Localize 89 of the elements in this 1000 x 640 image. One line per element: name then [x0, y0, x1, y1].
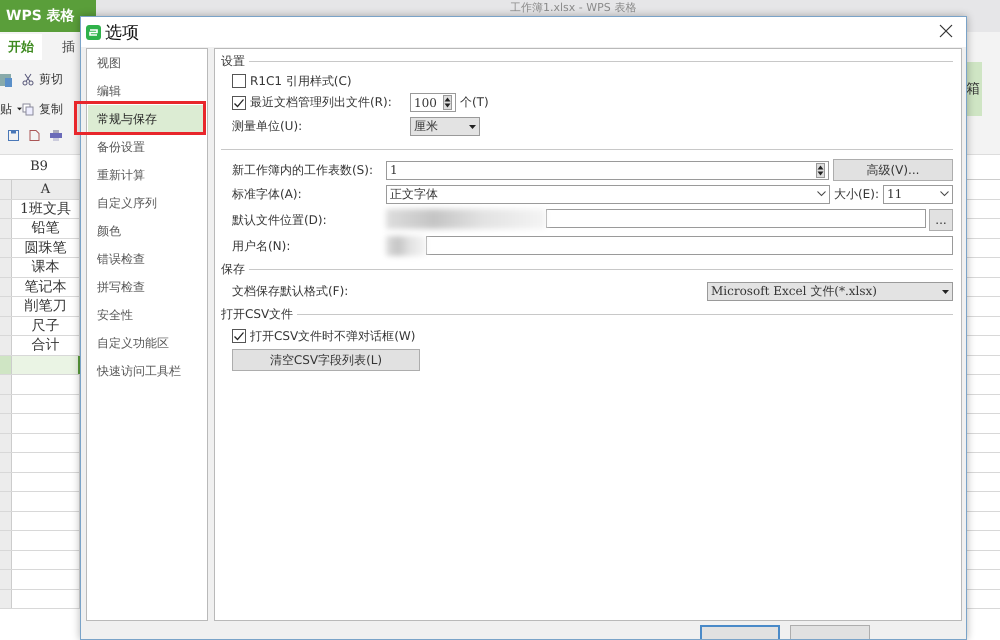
ribbon-tab[interactable]: 开始 [0, 34, 42, 60]
checkbox-label: 最近文档管理列出文件(R): [250, 94, 393, 111]
category-item[interactable]: 快速访问工具栏 [88, 361, 206, 381]
row-header[interactable] [0, 336, 12, 354]
row-header[interactable] [0, 219, 12, 238]
row-header[interactable] [0, 531, 12, 550]
cancel-button[interactable] [790, 625, 870, 639]
input-field[interactable] [546, 209, 926, 228]
scissors-icon [22, 72, 34, 86]
browse-button[interactable]: ... [929, 209, 953, 231]
row-header[interactable] [0, 375, 12, 394]
row-header[interactable] [0, 356, 12, 374]
clipboard-icon[interactable] [0, 71, 12, 87]
select-all-corner[interactable] [0, 180, 12, 198]
spinner-arrows-icon[interactable] [816, 162, 825, 178]
printer-icon[interactable] [50, 130, 62, 141]
dialog-title: 选项 [105, 22, 139, 44]
category-item[interactable]: 拼写检查 [88, 277, 206, 297]
chevron-down-icon [817, 191, 826, 197]
field-label: 大小(E): [834, 186, 879, 202]
format-select[interactable]: Microsoft Excel 文件(*.xlsx) [707, 282, 953, 301]
row-header[interactable] [0, 316, 12, 335]
checkbox[interactable] [232, 96, 246, 110]
save-icon[interactable] [8, 130, 19, 141]
category-item[interactable]: 常规与保存 [88, 105, 206, 133]
advanced-button[interactable]: 高级(V)... [833, 159, 953, 181]
checkbox[interactable] [232, 329, 246, 343]
checkbox-label: 打开CSV文件时不弹对话框(W) [250, 328, 416, 344]
row-header[interactable] [0, 570, 12, 588]
field-label: 新工作簿内的工作表数(S): [232, 162, 374, 178]
row-header[interactable] [0, 453, 12, 472]
chevron-down-icon [940, 191, 949, 197]
row-header[interactable] [0, 414, 12, 432]
document-title: 工作簿1.xlsx - WPS 表格 [510, 1, 636, 14]
row-header[interactable] [0, 590, 12, 608]
row-header[interactable] [0, 472, 12, 491]
input-field[interactable] [426, 236, 953, 255]
size-select[interactable]: 11 [883, 184, 953, 204]
row-header[interactable] [0, 512, 12, 530]
category-item[interactable]: 错误检查 [88, 249, 206, 269]
category-item[interactable]: 重新计算 [88, 165, 206, 185]
section-title: 保存 [221, 260, 245, 278]
ok-button[interactable] [700, 625, 780, 639]
field-label: 文档保存默认格式(F): [232, 283, 348, 300]
category-item[interactable]: 编辑 [88, 81, 206, 101]
caret-down-icon [17, 107, 22, 111]
field-label: 默认文件位置(D): [232, 212, 328, 228]
caret-down-icon [942, 290, 949, 294]
blurred-value [386, 236, 426, 256]
column-header[interactable]: A [12, 180, 80, 198]
category-item[interactable]: 安全性 [88, 305, 206, 325]
caret-down-icon [469, 124, 476, 128]
row-header[interactable] [0, 492, 12, 510]
spinner-arrows-icon[interactable] [443, 95, 452, 110]
row-header[interactable] [0, 258, 12, 276]
ribbon-tab[interactable]: 插 [54, 34, 83, 60]
row-header[interactable] [0, 394, 12, 413]
category-item[interactable]: 自定义功能区 [88, 333, 206, 353]
category-item[interactable]: 颜色 [88, 221, 206, 241]
category-item[interactable]: 自定义序列 [88, 193, 206, 213]
unit-label: 个(T) [460, 94, 489, 111]
document-icon[interactable] [29, 130, 40, 141]
number-field[interactable]: 1 [386, 160, 829, 180]
name-box[interactable]: B9 [0, 155, 78, 179]
close-icon [939, 24, 953, 38]
row-header[interactable] [0, 550, 12, 569]
row-header[interactable] [0, 238, 12, 257]
row-header[interactable] [0, 434, 12, 452]
checkbox[interactable] [232, 74, 246, 88]
section-title: 设置 [221, 52, 245, 70]
row-header[interactable] [0, 200, 12, 218]
clear-csv-button[interactable]: 清空CSV字段列表(L) [232, 349, 420, 371]
category-item[interactable]: 视图 [88, 53, 206, 73]
field-label: 标准字体(A): [232, 186, 303, 202]
ribbon-command[interactable]: 剪切 [39, 70, 63, 88]
row-header[interactable] [0, 278, 12, 296]
unit-select[interactable]: 厘米 [410, 117, 480, 136]
app-logo-icon [86, 24, 101, 40]
font-select[interactable]: 正文字体 [386, 184, 830, 204]
ribbon-command[interactable]: 复制 [39, 100, 63, 118]
category-item[interactable]: 备份设置 [88, 137, 206, 157]
checkbox-label: R1C1 引用样式(C) [250, 72, 352, 90]
number-field[interactable]: 100 [410, 93, 456, 112]
copy-icon [22, 102, 34, 116]
ribbon-command[interactable]: 贴 [0, 100, 12, 118]
field-label: 用户名(N): [232, 238, 292, 254]
section-title: 打开CSV文件 [221, 306, 294, 322]
row-header[interactable] [0, 297, 12, 316]
field-label: 测量单位(U): [232, 118, 304, 135]
